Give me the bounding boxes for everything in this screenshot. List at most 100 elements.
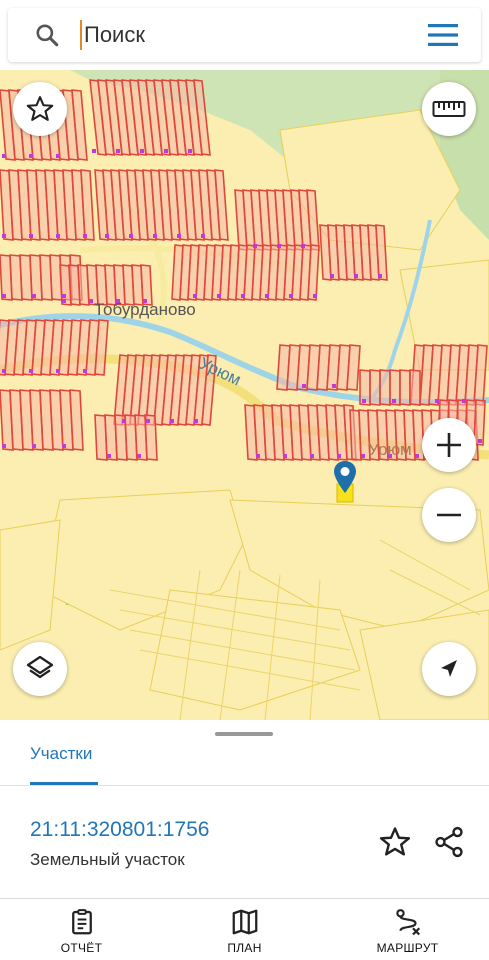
building (105, 234, 109, 238)
ruler-button[interactable] (422, 82, 476, 136)
map-canvas[interactable] (0, 70, 489, 720)
building (201, 234, 205, 238)
building (301, 244, 305, 248)
building (32, 444, 36, 448)
zoom-out-button[interactable] (422, 488, 476, 542)
building (177, 234, 181, 238)
building (32, 294, 36, 298)
parcel[interactable] (369, 369, 381, 406)
building (415, 454, 419, 458)
favorite-button[interactable] (13, 82, 67, 136)
my-location-button[interactable] (422, 642, 476, 696)
building (289, 294, 293, 298)
building (302, 384, 306, 388)
building (62, 299, 66, 303)
building (122, 419, 126, 423)
layers-icon (26, 655, 54, 679)
clipboard-icon (71, 909, 92, 935)
building (337, 454, 341, 458)
building (2, 444, 6, 448)
building (56, 154, 60, 158)
building (92, 149, 96, 153)
map-view[interactable]: Тобурданово Урюм Урюм (0, 70, 489, 720)
building (164, 149, 168, 153)
building (56, 234, 60, 238)
building (253, 244, 257, 248)
bottom-nav: ОТЧЁТ ПЛАН МАРШРУТ (0, 898, 489, 960)
parcel[interactable] (69, 389, 84, 451)
building (435, 399, 439, 403)
star-icon (26, 96, 54, 121)
building (277, 244, 281, 248)
building (392, 399, 396, 403)
building (170, 419, 174, 423)
tab-parcels[interactable]: Участки (30, 744, 92, 764)
parcel[interactable] (379, 369, 391, 406)
building (194, 419, 198, 423)
bottom-sheet: Участки 21:11:320801:1756 Земельный учас… (0, 720, 489, 898)
parcel[interactable] (473, 399, 486, 446)
building (313, 294, 317, 298)
building (378, 274, 382, 278)
menu-icon[interactable] (427, 22, 459, 48)
nav-plan-label: ПЛАН (227, 941, 262, 955)
building (29, 369, 33, 373)
search-input[interactable] (84, 22, 404, 48)
building (265, 294, 269, 298)
layers-button[interactable] (13, 642, 67, 696)
building (29, 154, 33, 158)
route-icon (395, 909, 420, 936)
map-icon (232, 909, 257, 935)
building (56, 369, 60, 373)
search-bar (8, 8, 481, 62)
parcel[interactable] (409, 369, 421, 406)
building (89, 299, 93, 303)
building (29, 234, 33, 238)
location-arrow-icon (441, 660, 457, 677)
nav-report[interactable]: ОТЧЁТ (0, 899, 163, 960)
building (62, 444, 66, 448)
ruler-icon (432, 101, 466, 117)
building (137, 454, 141, 458)
parcel[interactable] (399, 369, 411, 406)
building (478, 439, 482, 443)
building (241, 294, 245, 298)
building (361, 454, 365, 458)
village-label: Тобурданово (94, 300, 196, 319)
search-icon[interactable] (34, 22, 60, 48)
building (332, 384, 336, 388)
building (129, 234, 133, 238)
nav-plan[interactable]: ПЛАН (163, 899, 326, 960)
building (146, 419, 150, 423)
map-pin-icon[interactable] (333, 460, 357, 494)
nav-route[interactable]: МАРШРУТ (326, 899, 489, 960)
zoom-out-icon (437, 513, 461, 517)
zoom-in-button[interactable] (422, 418, 476, 472)
building (188, 149, 192, 153)
building (2, 369, 6, 373)
share-icon[interactable] (432, 825, 466, 859)
building (107, 454, 111, 458)
text-cursor (80, 20, 82, 50)
nav-report-label: ОТЧЁТ (60, 941, 103, 955)
building (83, 369, 87, 373)
divider (0, 785, 489, 786)
street-label: Урюм (368, 440, 412, 459)
parcel-type: Земельный участок (30, 850, 185, 869)
star-icon[interactable] (378, 825, 412, 859)
parcel-cadastral-number[interactable]: 21:11:320801:1756 (30, 818, 209, 842)
building (310, 454, 314, 458)
parcel[interactable] (346, 344, 361, 391)
building (283, 454, 287, 458)
sheet-drag-handle[interactable] (215, 732, 273, 736)
building (140, 149, 144, 153)
building (362, 399, 366, 403)
building (2, 154, 6, 158)
building (462, 399, 466, 403)
building (116, 149, 120, 153)
building (193, 294, 197, 298)
building (2, 234, 6, 238)
zoom-in-icon (437, 433, 461, 457)
building (62, 294, 66, 298)
building (354, 274, 358, 278)
